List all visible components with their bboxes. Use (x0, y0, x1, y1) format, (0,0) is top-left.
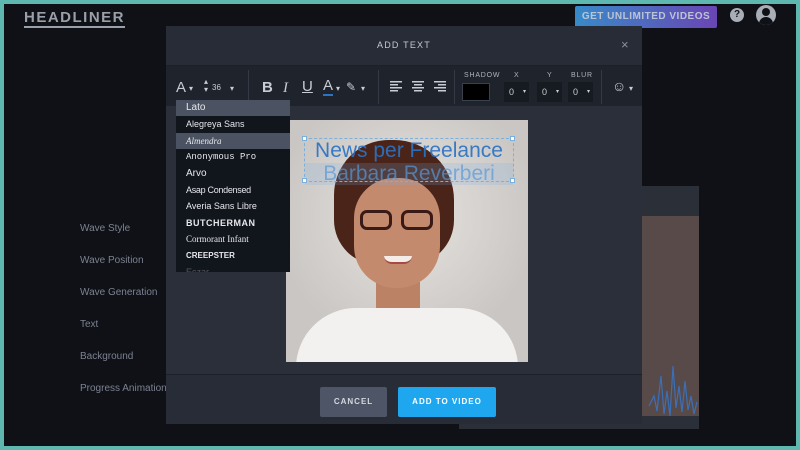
chevron-down-icon: ▾ (629, 84, 634, 93)
underline-button[interactable]: U (302, 79, 313, 95)
resize-handle[interactable] (302, 136, 307, 141)
chevron-down-icon: ▾ (336, 84, 341, 93)
bold-button[interactable]: B (262, 80, 273, 96)
side-menu: Wave Style Wave Position Wave Generation… (80, 222, 167, 414)
font-option-creepster[interactable]: CREEPSTER (176, 248, 290, 264)
shadow-blur-select[interactable]: 0 ▾ (568, 82, 593, 102)
side-menu-wave-generation[interactable]: Wave Generation (80, 286, 167, 318)
side-menu-progress-animation[interactable]: Progress Animation (80, 382, 167, 414)
add-text-modal: ADD TEXT × A ▾ ▴ ▾ 36 ▾ B I U A ▾ ✎ ▾ SHA… (166, 26, 642, 424)
get-unlimited-videos-button[interactable]: GET UNLIMITED VIDEOS (575, 6, 717, 28)
font-option-averia-sans-libre[interactable]: Averia Sans Libre (176, 198, 290, 214)
text-line-2[interactable]: Barbara Reverberi (305, 163, 513, 185)
font-option-butcherman[interactable]: BUTCHERMAN (176, 215, 290, 231)
font-option-eczar[interactable]: Eczar (176, 264, 290, 272)
shadow-x-label: X (514, 72, 520, 79)
font-option-almendra[interactable]: Almendra (176, 132, 290, 150)
add-to-video-button[interactable]: ADD TO VIDEO (398, 387, 496, 417)
font-option-alegreya-sans[interactable]: Alegreya Sans (176, 116, 290, 132)
modal-footer: CANCEL ADD TO VIDEO (166, 374, 642, 424)
shadow-x-select[interactable]: 0 ▾ (504, 82, 529, 102)
resize-handle[interactable] (510, 178, 515, 183)
modal-title: ADD TEXT (377, 40, 431, 50)
help-icon[interactable]: ? (730, 8, 744, 22)
font-family-button[interactable]: A (176, 80, 186, 96)
shadow-color-swatch[interactable] (462, 83, 490, 101)
shadow-y-label: Y (547, 72, 553, 79)
font-option-asap-condensed[interactable]: Asap Condensed (176, 182, 290, 198)
font-option-lato[interactable]: Lato (176, 100, 290, 117)
resize-handle[interactable] (302, 178, 307, 183)
preview-photo: News per Freelance Barbara Reverberi (286, 120, 528, 362)
shadow-label: SHADOW (464, 72, 501, 79)
side-menu-wave-position[interactable]: Wave Position (80, 254, 167, 286)
text-line-1[interactable]: News per Freelance (305, 139, 513, 163)
highlight-pen-icon[interactable]: ✎ (346, 79, 356, 95)
modal-header: ADD TEXT × (166, 26, 642, 66)
font-size-value[interactable]: 36 (212, 83, 221, 92)
toolbar-divider (454, 70, 455, 104)
side-menu-wave-style[interactable]: Wave Style (80, 222, 167, 254)
emoji-icon[interactable]: ☺ (612, 78, 626, 94)
italic-button[interactable]: I (283, 80, 288, 96)
chevron-down-icon: ▾ (189, 84, 194, 93)
toolbar-divider (378, 70, 379, 104)
toolbar-divider (601, 70, 602, 104)
font-family-dropdown[interactable]: Lato Alegreya Sans Almendra Anonymous Pr… (176, 100, 290, 272)
shadow-blur-label: BLUR (571, 72, 593, 79)
side-menu-background[interactable]: Background (80, 350, 167, 382)
account-icon[interactable] (756, 5, 776, 25)
font-option-anonymous-pro[interactable]: Anonymous Pro (176, 149, 290, 165)
font-option-cormorant-infant[interactable]: Cormorant Infant (176, 231, 290, 247)
align-left-icon[interactable] (390, 81, 402, 92)
headliner-logo[interactable]: HEADLINER (24, 10, 126, 28)
app-frame: HEADLINER GET UNLIMITED VIDEOS ? Wave St… (4, 4, 796, 446)
resize-handle[interactable] (510, 136, 515, 141)
chevron-down-icon: ▾ (361, 84, 366, 93)
toolbar-divider (248, 70, 249, 104)
text-color-button[interactable]: A (323, 78, 334, 96)
align-right-icon[interactable] (434, 81, 446, 92)
cancel-button[interactable]: CANCEL (320, 387, 387, 417)
chevron-down-icon: ▾ (230, 84, 235, 93)
font-option-arvo[interactable]: Arvo (176, 166, 290, 182)
shadow-y-select[interactable]: 0 ▾ (537, 82, 562, 102)
side-menu-text[interactable]: Text (80, 318, 167, 350)
text-overlay-box[interactable]: News per Freelance Barbara Reverberi (304, 138, 514, 185)
size-stepper-icon[interactable]: ▴ ▾ (204, 78, 208, 94)
align-center-icon[interactable] (412, 81, 424, 92)
close-icon[interactable]: × (621, 38, 629, 51)
